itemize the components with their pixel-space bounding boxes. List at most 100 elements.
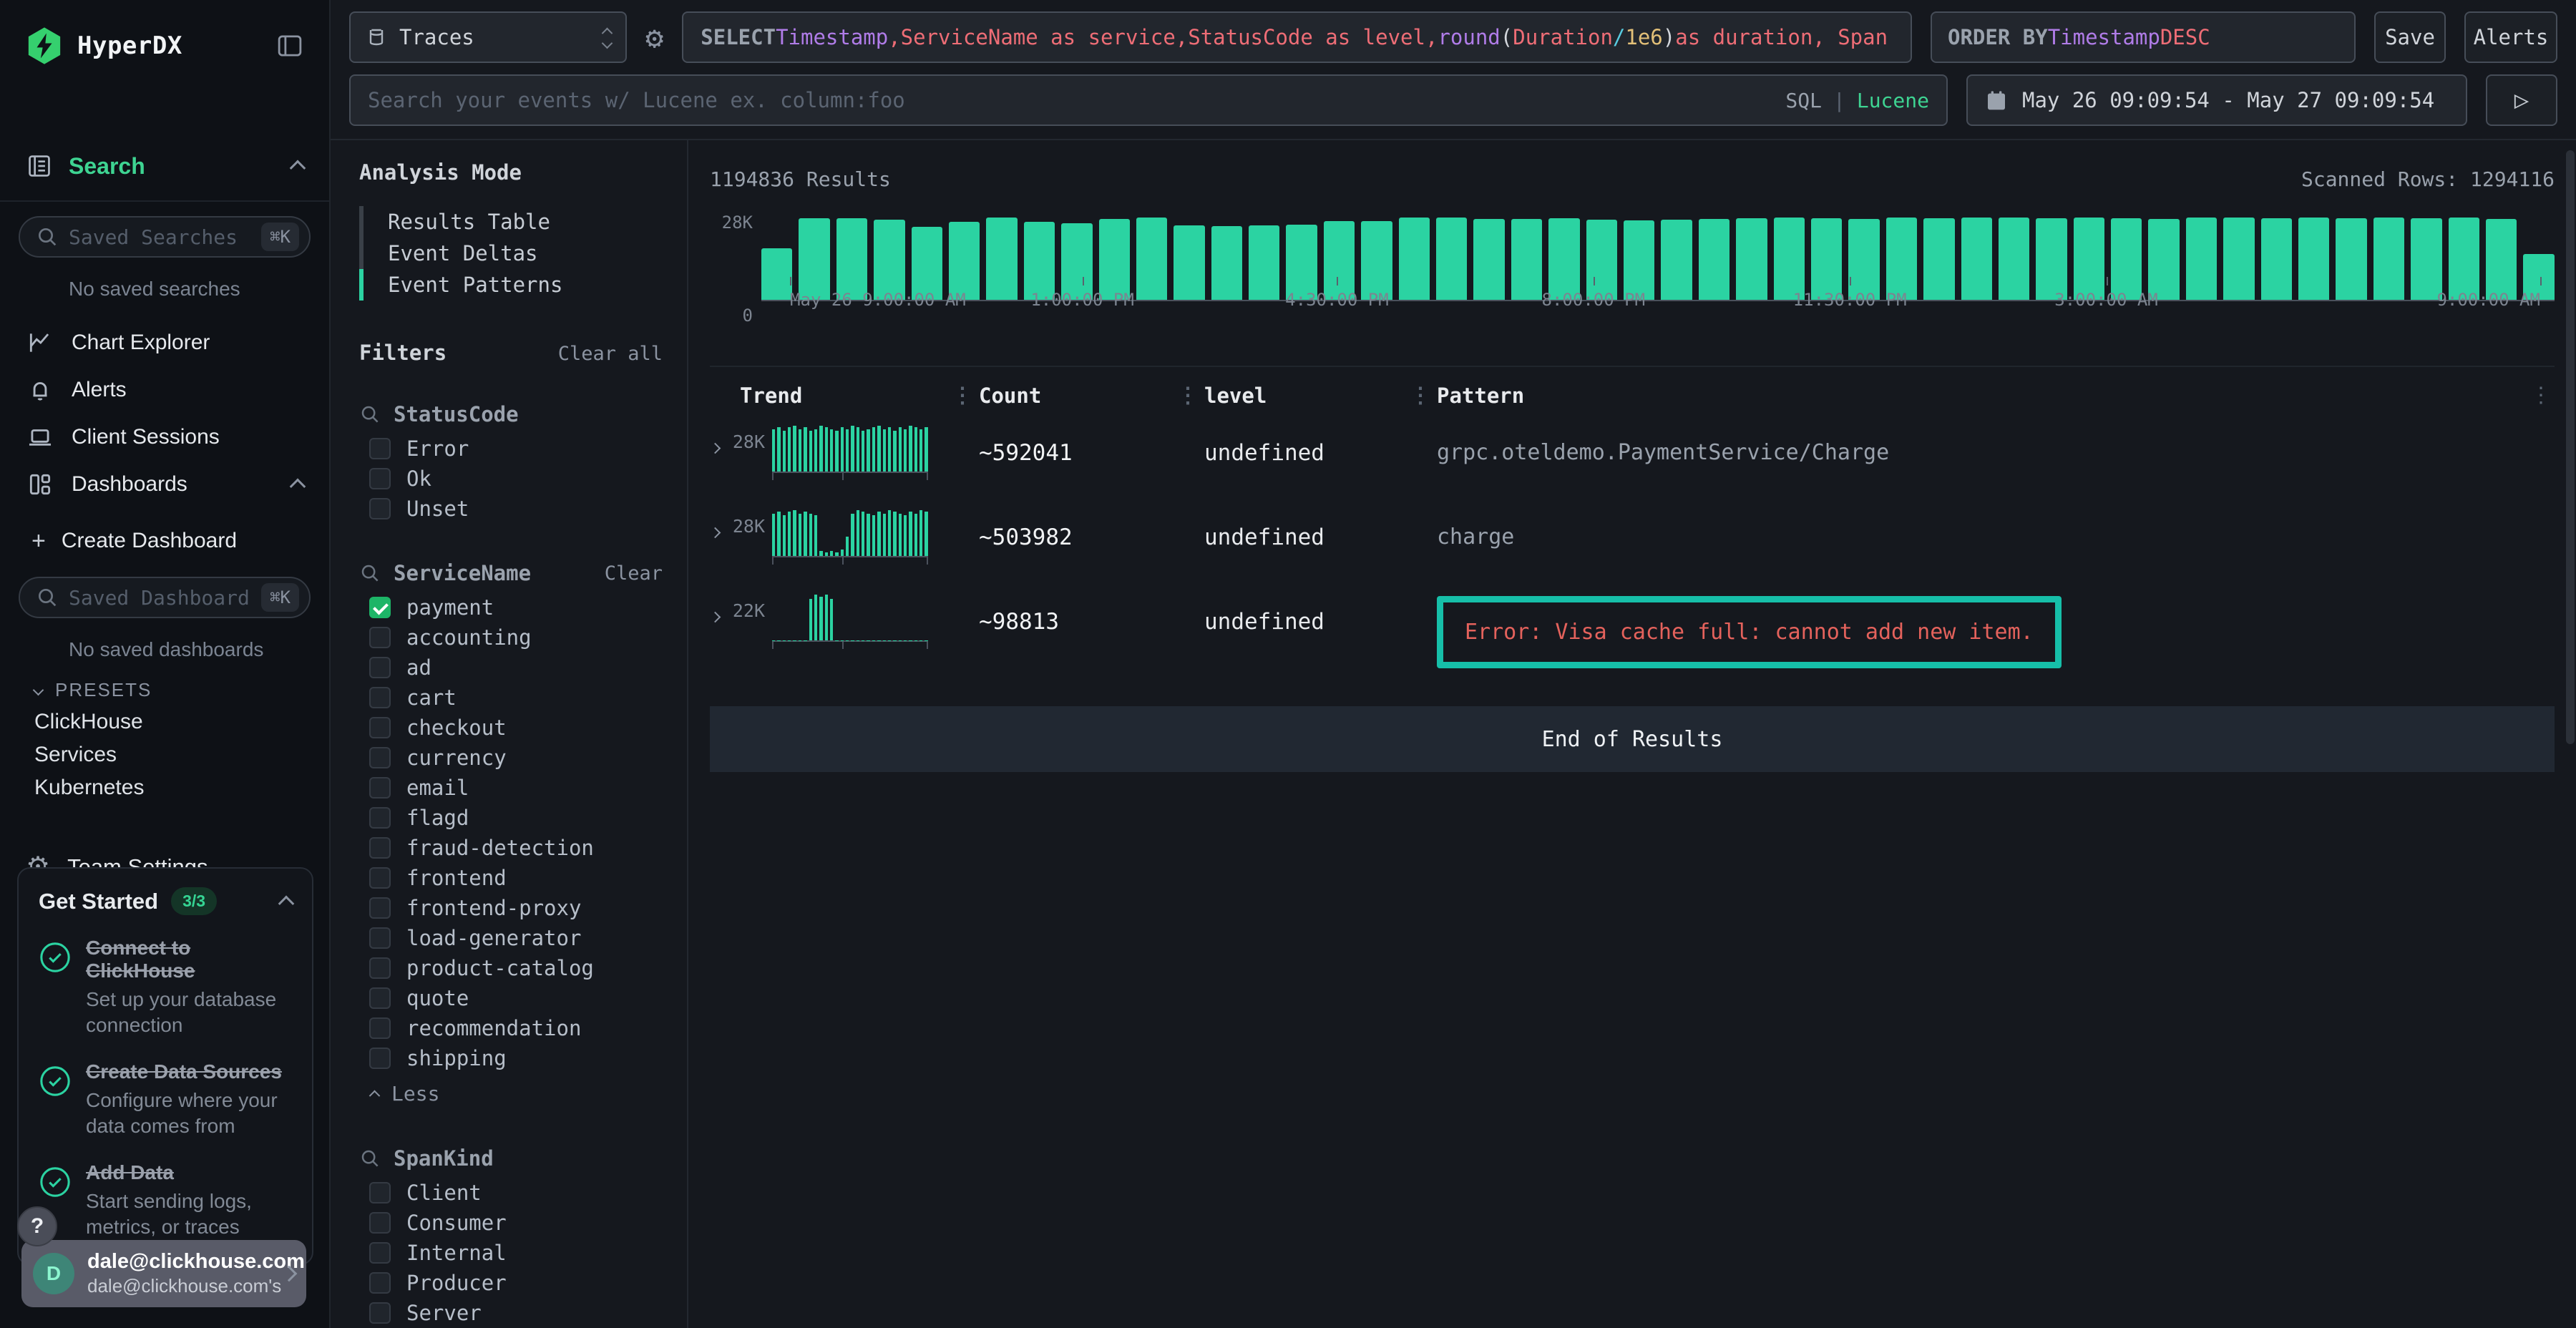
checkbox[interactable]: [369, 657, 391, 678]
vertical-scrollbar[interactable]: [2566, 150, 2575, 744]
sidebar-item-dashboards[interactable]: Dashboards: [0, 461, 329, 508]
checkbox[interactable]: [369, 807, 391, 829]
highlighted-error-pattern[interactable]: Error: Visa cache full: cannot add new i…: [1437, 596, 2062, 668]
alerts-button[interactable]: Alerts: [2464, 11, 2557, 63]
checkbox[interactable]: [369, 1212, 391, 1234]
clear-all-filters-link[interactable]: Clear all: [558, 343, 663, 365]
source-select[interactable]: Traces: [349, 11, 627, 63]
filter-option[interactable]: quote: [359, 983, 663, 1013]
checkbox[interactable]: [369, 717, 391, 738]
clear-servicename-link[interactable]: Clear: [605, 562, 663, 585]
checkbox[interactable]: [369, 627, 391, 648]
checkbox[interactable]: [369, 597, 391, 618]
checkbox[interactable]: [369, 1182, 391, 1204]
table-options-kebab-icon[interactable]: ⋮: [2530, 383, 2552, 408]
checkbox[interactable]: [369, 957, 391, 979]
checkbox[interactable]: [369, 837, 391, 859]
column-drag-handle[interactable]: ⋮: [1410, 384, 1428, 409]
column-drag-handle[interactable]: ⋮: [952, 384, 970, 409]
checkbox[interactable]: [369, 1302, 391, 1324]
get-started-item[interactable]: Connect to ClickHouse Set up your databa…: [39, 937, 292, 1039]
pattern-cell[interactable]: grpc.oteldemo.PaymentService/Charge: [1404, 426, 2555, 465]
filter-option[interactable]: currency: [359, 743, 663, 773]
checkbox[interactable]: [369, 687, 391, 708]
filter-option[interactable]: Producer: [359, 1268, 663, 1298]
checkbox[interactable]: [369, 897, 391, 919]
filter-option[interactable]: cart: [359, 683, 663, 713]
show-less-toggle[interactable]: Less: [359, 1078, 663, 1109]
sidebar-item-chart-explorer[interactable]: Chart Explorer: [0, 319, 329, 366]
column-header-pattern[interactable]: ⋮Pattern: [1404, 384, 2555, 408]
get-started-item[interactable]: Create Data Sources Configure where your…: [39, 1060, 292, 1140]
preset-dashboard-link[interactable]: ClickHouse: [0, 706, 329, 738]
presets-toggle[interactable]: PRESETS: [0, 674, 329, 706]
filter-option[interactable]: payment: [359, 592, 663, 622]
table-row[interactable]: 28K ~503982 undefined charge: [710, 503, 2555, 587]
filter-option[interactable]: Internal: [359, 1238, 663, 1268]
chevron-up-icon[interactable]: [278, 895, 295, 912]
sql-toggle[interactable]: SQL: [1785, 89, 1822, 112]
mode-event-deltas[interactable]: Event Deltas: [359, 238, 663, 269]
histogram-bars[interactable]: [761, 217, 2555, 301]
pattern-cell[interactable]: charge: [1404, 510, 2555, 550]
filter-option[interactable]: ad: [359, 653, 663, 683]
filter-option[interactable]: email: [359, 773, 663, 803]
mode-event-patterns[interactable]: Event Patterns: [359, 269, 663, 301]
checkbox[interactable]: [369, 927, 391, 949]
filter-option[interactable]: Server: [359, 1298, 663, 1328]
filter-option[interactable]: flagd: [359, 803, 663, 833]
filter-option[interactable]: shipping: [359, 1043, 663, 1073]
checkbox[interactable]: [369, 747, 391, 768]
filter-option[interactable]: Consumer: [359, 1208, 663, 1238]
checkbox[interactable]: [369, 987, 391, 1009]
filter-option[interactable]: Error: [359, 434, 663, 464]
filter-option[interactable]: load-generator: [359, 923, 663, 953]
lucene-toggle[interactable]: Lucene: [1857, 89, 1929, 112]
column-header-count[interactable]: ⋮Count: [946, 384, 1171, 408]
sidebar-collapse-icon[interactable]: [275, 31, 305, 61]
expand-row-icon[interactable]: [710, 612, 721, 623]
preset-dashboard-link[interactable]: Kubernetes: [0, 771, 329, 804]
column-drag-handle[interactable]: ⋮: [1177, 384, 1196, 409]
table-row[interactable]: 28K ~592041 undefined grpc.oteldemo.Paym…: [710, 419, 2555, 503]
column-header-level[interactable]: ⋮level: [1171, 384, 1404, 408]
user-menu[interactable]: D dale@clickhouse.com dale@clickhouse.co…: [21, 1240, 306, 1307]
filter-option[interactable]: accounting: [359, 622, 663, 653]
checkbox[interactable]: [369, 867, 391, 889]
saved-dashboards-input[interactable]: ⌘K: [19, 577, 311, 618]
mode-results-table[interactable]: Results Table: [359, 206, 663, 238]
run-query-button[interactable]: ▷: [2486, 74, 2557, 126]
create-dashboard-button[interactable]: + Create Dashboard: [0, 519, 329, 562]
checkbox[interactable]: [369, 498, 391, 519]
filter-option[interactable]: product-catalog: [359, 953, 663, 983]
filter-option[interactable]: frontend-proxy: [359, 893, 663, 923]
checkbox[interactable]: [369, 1242, 391, 1264]
checkbox[interactable]: [369, 777, 391, 799]
sidebar-item-alerts[interactable]: Alerts: [0, 366, 329, 414]
checkbox[interactable]: [369, 1048, 391, 1069]
filter-option[interactable]: recommendation: [359, 1013, 663, 1043]
checkbox[interactable]: [369, 1017, 391, 1039]
sidebar-item-search[interactable]: Search: [0, 132, 329, 200]
sidebar-item-client-sessions[interactable]: Client Sessions: [0, 414, 329, 461]
saved-searches-field[interactable]: [69, 225, 251, 249]
event-search-input[interactable]: [368, 88, 1771, 112]
results-histogram[interactable]: 28K 0 May 26 9:00:00 AM1:00:00 PM4:30:00…: [710, 213, 2555, 326]
filter-option[interactable]: Ok: [359, 464, 663, 494]
filter-option[interactable]: fraud-detection: [359, 833, 663, 863]
saved-dashboards-field[interactable]: [69, 586, 251, 610]
expand-row-icon[interactable]: [710, 443, 721, 454]
table-row[interactable]: 22K ~98813 undefined Error: Visa cache f…: [710, 587, 2555, 672]
query-language-toggle[interactable]: SQL | Lucene: [1785, 89, 1929, 112]
preset-dashboard-link[interactable]: Services: [0, 738, 329, 771]
get-started-item[interactable]: Add Data Start sending logs, metrics, or…: [39, 1161, 292, 1241]
filter-option[interactable]: Client: [359, 1178, 663, 1208]
saved-searches-input[interactable]: ⌘K: [19, 216, 311, 258]
datasource-settings-icon[interactable]: ⚙: [645, 11, 663, 63]
checkbox[interactable]: [369, 1272, 391, 1294]
filter-option[interactable]: checkout: [359, 713, 663, 743]
pattern-cell[interactable]: Error: Visa cache full: cannot add new i…: [1404, 595, 2555, 668]
order-by-input[interactable]: ORDER BY Timestamp DESC: [1931, 11, 2356, 63]
column-header-trend[interactable]: Trend: [710, 384, 946, 408]
filter-option[interactable]: frontend: [359, 863, 663, 893]
